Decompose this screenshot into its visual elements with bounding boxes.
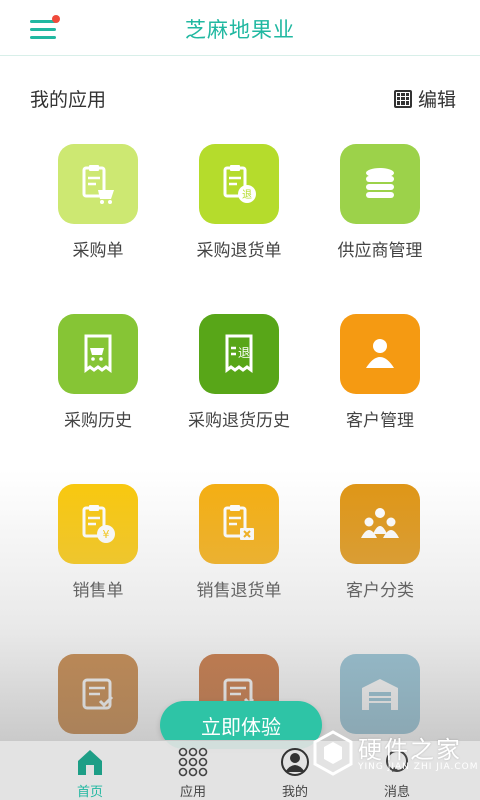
app-label: 采购历史 <box>64 411 132 431</box>
app-sales-return[interactable]: 销售退货单 <box>159 484 319 624</box>
tab-apps[interactable]: 应用 <box>143 741 243 800</box>
home-icon <box>78 750 102 775</box>
edit-label: 编辑 <box>417 89 456 111</box>
app-purchase-return[interactable]: 退 采购退货单 <box>159 144 319 284</box>
purchase-return-icon: 退 <box>199 144 279 224</box>
app-label: 销售退货单 <box>196 581 282 601</box>
page-title: 芝麻地果业 <box>185 18 295 42</box>
app-customer-management[interactable]: 客户管理 <box>300 314 460 454</box>
edit-button[interactable]: 编辑 <box>393 85 456 112</box>
customer-icon <box>340 314 420 394</box>
app-return-history[interactable]: 退 采购退货历史 <box>159 314 319 454</box>
app-label: 供应商管理 <box>337 241 423 261</box>
tab-messages[interactable]: 消息 <box>347 741 447 800</box>
svg-text:¥: ¥ <box>103 528 110 541</box>
sales-return-icon <box>199 484 279 564</box>
sales-order-icon: ¥ <box>58 484 138 564</box>
app-customer-category[interactable]: 客户分类 <box>300 484 460 624</box>
svg-text:退: 退 <box>242 189 252 201</box>
purchase-history-icon <box>58 314 138 394</box>
app-label: 客户管理 <box>346 411 414 431</box>
app-purchase-history[interactable]: 采购历史 <box>18 314 178 454</box>
svg-text:退: 退 <box>238 346 250 360</box>
app-label: 采购退货单 <box>196 241 282 261</box>
tab-label: 消息 <box>383 785 410 800</box>
tab-home[interactable]: 首页 <box>40 741 140 800</box>
app-purchase-order[interactable]: 采购单 <box>18 144 178 284</box>
grid-icon <box>393 89 412 108</box>
app-label: 采购单 <box>72 241 124 261</box>
bottom-tab-bar: 首页 应用 我的 消息 <box>0 740 480 800</box>
app-label: 客户分类 <box>346 581 414 601</box>
app-label: 采购退货历史 <box>188 411 290 431</box>
app-label: 销售单 <box>72 581 124 601</box>
app-sales-order[interactable]: ¥ 销售单 <box>18 484 178 624</box>
top-bar: 芝麻地果业 <box>0 0 480 56</box>
tab-label: 首页 <box>76 785 103 800</box>
section-title: 我的应用 <box>30 89 107 111</box>
checklist-icon <box>58 654 138 734</box>
purchase-order-icon <box>58 144 138 224</box>
supplier-database-icon <box>340 144 420 224</box>
customer-group-icon <box>340 484 420 564</box>
return-history-icon: 退 <box>199 314 279 394</box>
profile-icon <box>281 748 309 776</box>
tab-mine[interactable]: 我的 <box>245 741 345 800</box>
apps-grid-icon <box>178 747 208 777</box>
warehouse-icon <box>340 654 420 734</box>
app-supplier-management[interactable]: 供应商管理 <box>300 144 460 284</box>
message-icon <box>386 750 408 772</box>
tab-label: 应用 <box>179 785 206 800</box>
tab-label: 我的 <box>281 785 308 800</box>
